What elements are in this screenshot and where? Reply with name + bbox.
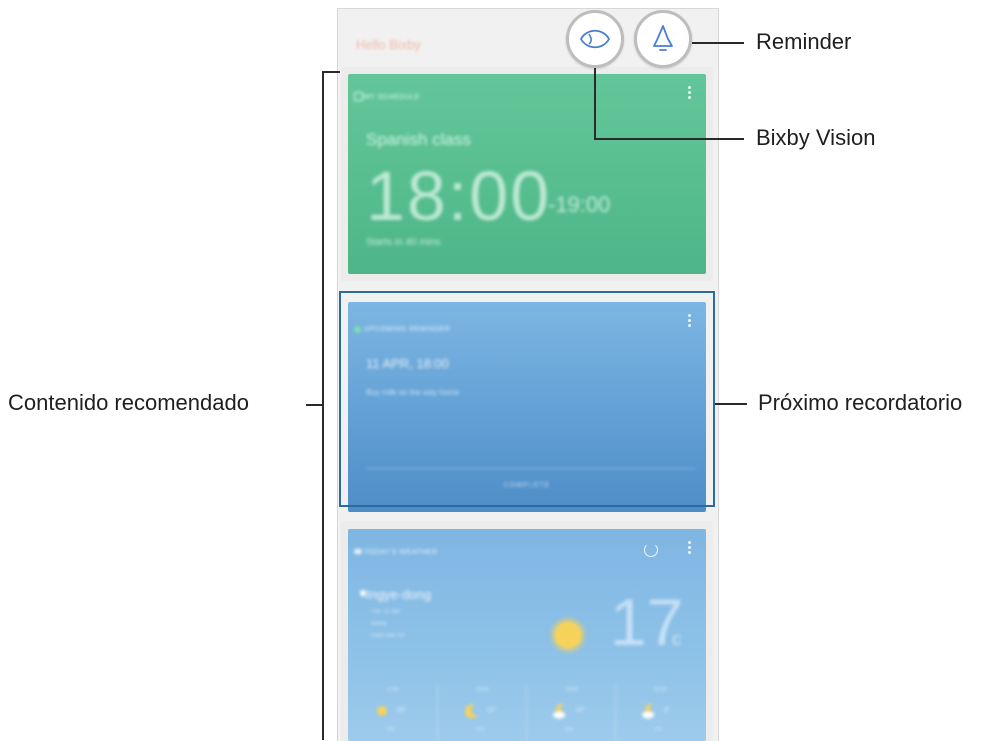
forecast-precip: 0% (476, 727, 485, 733)
forecast-precip: 0% (565, 727, 574, 733)
sun-icon (374, 703, 390, 719)
more-options-icon[interactable] (688, 86, 692, 101)
callout-line (692, 42, 744, 44)
reminder-callout-label: Reminder (756, 29, 852, 54)
eye-icon (579, 29, 611, 49)
reminder-highlight-frame (339, 291, 715, 507)
temperature-unit: c (672, 629, 681, 649)
forecast-precip: 0% (386, 727, 395, 733)
forecast-temp: 16° (396, 707, 407, 714)
event-title: Spanish class (366, 130, 471, 149)
forecast-slot: 02:00 8° 0% (615, 685, 705, 741)
recommended-content-callout-label: Contenido recomendado (8, 390, 249, 415)
moon-cloud-icon (642, 703, 658, 719)
next-reminder-callout-label: Próximo recordatorio (758, 390, 963, 415)
sun-icon (554, 621, 582, 649)
forecast-slot: 17:00 16° 0% (348, 685, 437, 741)
event-start-time: 18:00 (366, 157, 552, 235)
card-header: MY SCHEDULE (364, 94, 420, 101)
moon-cloud-icon (553, 703, 569, 719)
forecast-slot: 20:00 13° 0% (437, 685, 527, 741)
forecast-precip: 0% (654, 727, 663, 733)
forecast-time: 20:00 (476, 687, 489, 693)
callout-line (594, 68, 596, 140)
cloud-icon (354, 549, 362, 554)
forecast-temp: 10° (575, 707, 586, 714)
bixby-vision-callout-label: Bixby Vision (756, 125, 876, 150)
callout-line (594, 138, 744, 140)
event-countdown: Starts in 40 mins (366, 237, 441, 248)
weather-detail: Feels like 16° (370, 633, 407, 639)
callout-bracket (322, 71, 324, 740)
event-end-time: -19:00 (548, 192, 611, 217)
bixby-vision-button[interactable] (566, 10, 624, 68)
forecast-temp: 13° (486, 707, 497, 714)
more-options-icon[interactable] (688, 541, 692, 556)
refresh-icon[interactable] (644, 543, 658, 557)
weather-detail: Tue, 11 Apr (370, 609, 401, 615)
forecast-slot: 23:00 10° 0% (526, 685, 616, 741)
callout-line (715, 403, 747, 405)
reminder-button[interactable] (634, 10, 692, 68)
callout-line (322, 71, 340, 73)
callout-line (306, 404, 322, 406)
greeting-title: Hello Bixby (356, 37, 422, 52)
forecast-time: 02:00 (654, 687, 667, 693)
forecast-temp: 8° (664, 707, 671, 714)
forecast-time: 23:00 (565, 687, 578, 693)
forecast-time: 17:00 (386, 687, 399, 693)
weather-card[interactable]: TODAY'S WEATHER Ingye-dong Tue, 11 Apr S… (348, 529, 706, 741)
moon-icon (464, 703, 480, 719)
schedule-card[interactable]: MY SCHEDULE Spanish class 18:00 -19:00 S… (348, 74, 706, 274)
reminder-bell-icon (653, 25, 673, 51)
weather-detail: Sunny (370, 621, 388, 627)
card-header: TODAY'S WEATHER (364, 549, 438, 556)
calendar-icon (354, 92, 363, 101)
weather-location: Ingye-dong (366, 587, 432, 602)
